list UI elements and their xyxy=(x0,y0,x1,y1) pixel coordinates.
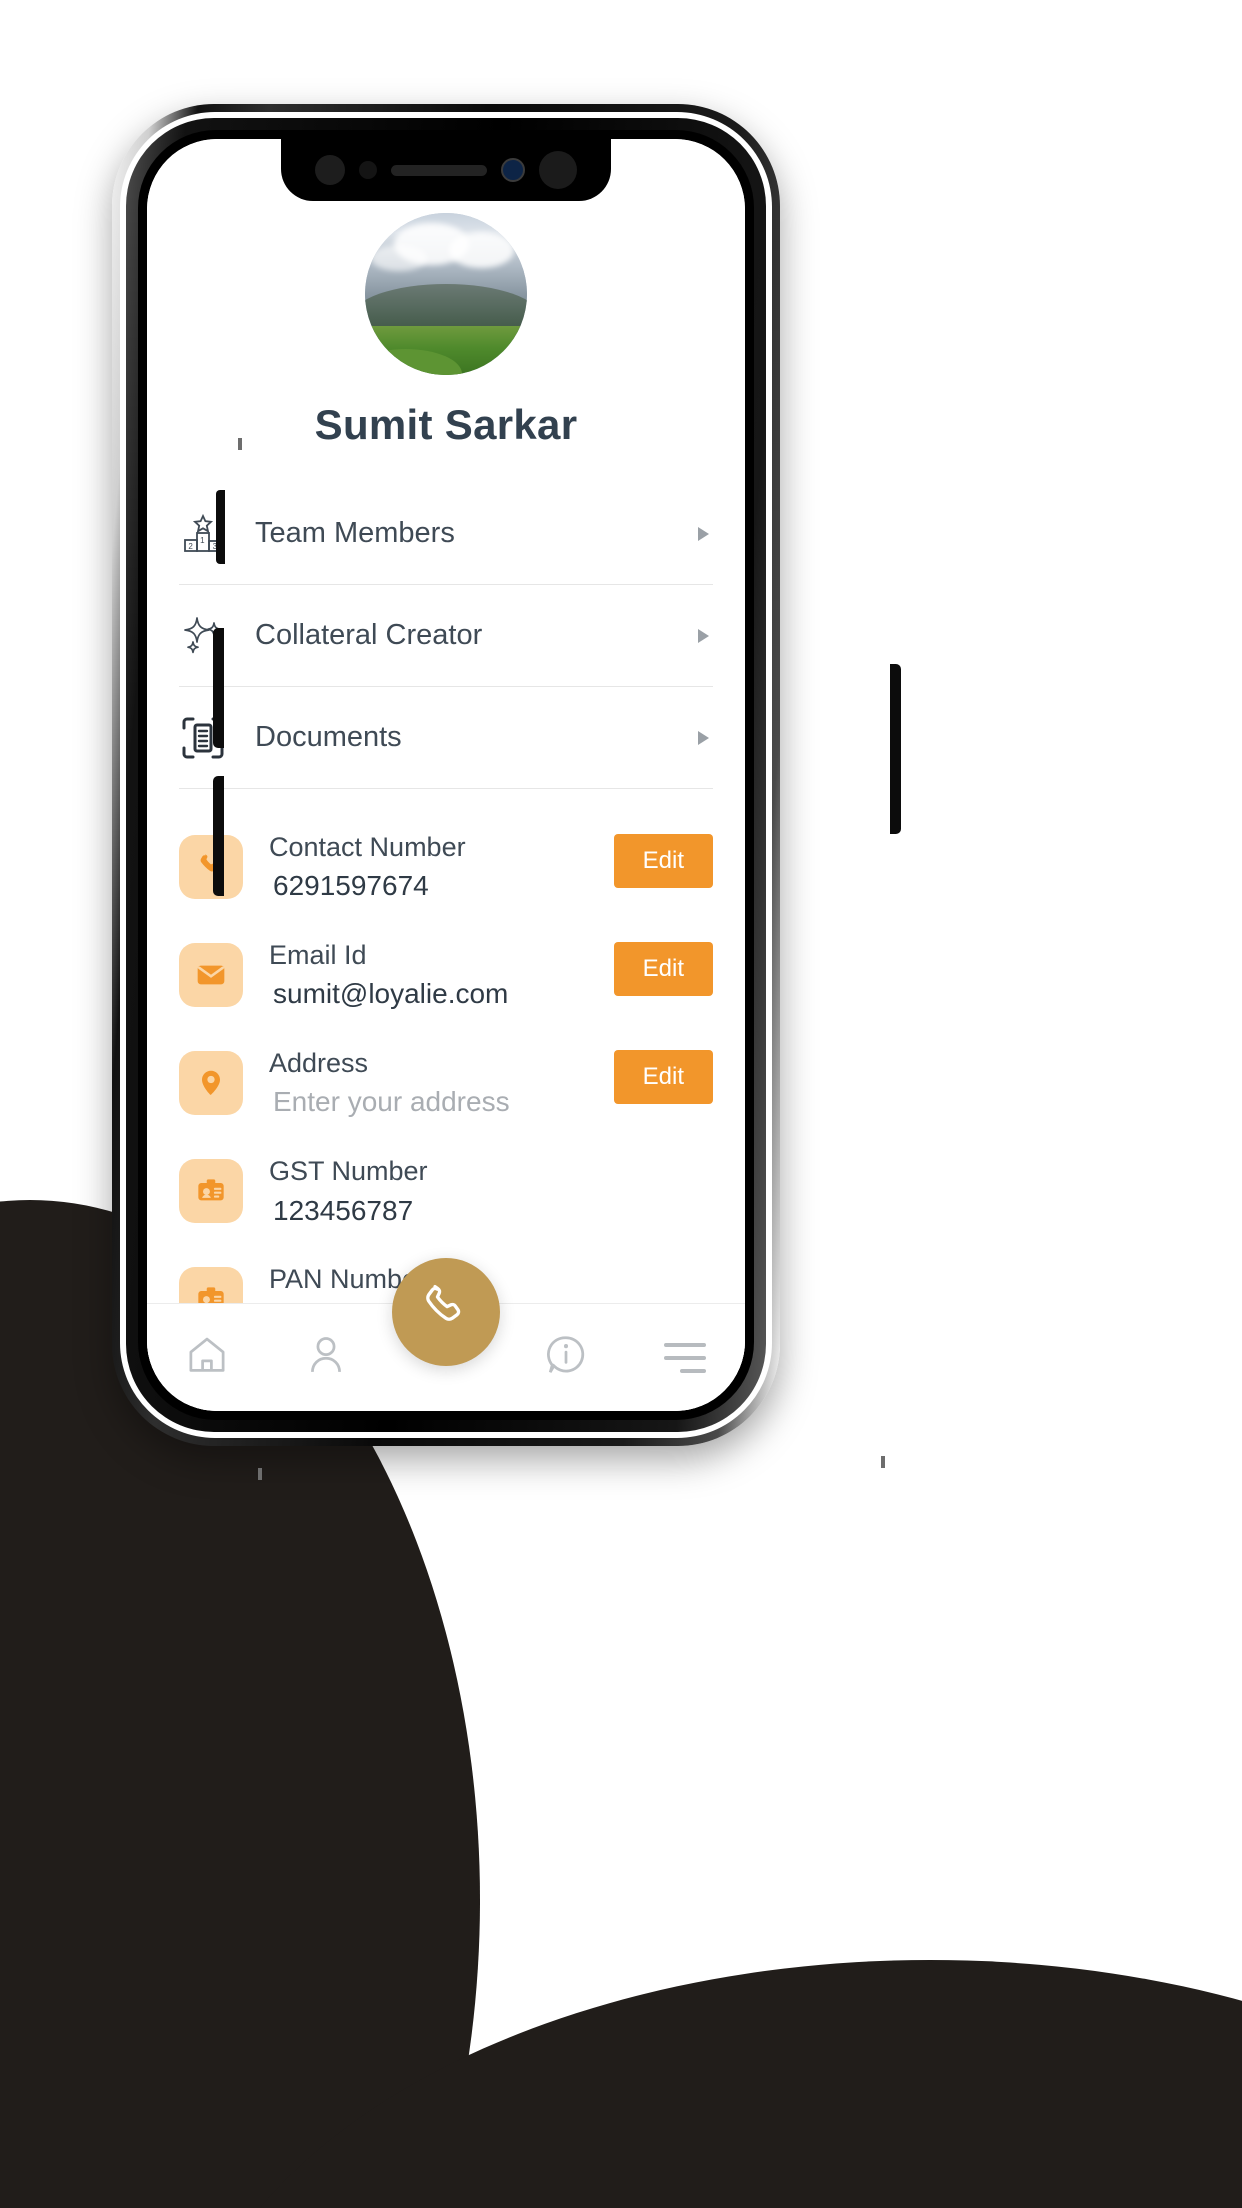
antenna-seam-top-left xyxy=(238,438,242,450)
nav-home[interactable] xyxy=(147,1304,267,1411)
info-value: 123456787 xyxy=(273,1194,414,1226)
edit-button-contact-number[interactable]: Edit xyxy=(613,834,713,888)
avatar[interactable] xyxy=(365,213,527,375)
edit-button-email-id[interactable]: Edit xyxy=(613,942,713,997)
info-icon xyxy=(544,1333,588,1382)
nav-section: 1 2 3 Team Members Collateral Creator Do… xyxy=(179,483,713,789)
sidebar-item-collateral-creator[interactable]: Collateral Creator xyxy=(179,585,713,687)
sidebar-item-label: Documents xyxy=(255,721,402,753)
avatar-container xyxy=(179,213,713,375)
sidebar-item-team-members[interactable]: 1 2 3 Team Members xyxy=(179,483,713,585)
antenna-seam-bottom-left xyxy=(258,1468,262,1480)
chevron-right-icon xyxy=(698,730,709,745)
envelope-icon xyxy=(179,943,243,1008)
svg-text:2: 2 xyxy=(188,542,193,551)
phone-device-frame: Sumit Sarkar 1 2 3 Team Members Collater… xyxy=(112,104,901,1480)
info-text-block: Address Enter your address xyxy=(243,1044,614,1122)
hamburger-menu-icon xyxy=(664,1342,707,1373)
front-camera-icon xyxy=(501,158,525,182)
device-screen: Sumit Sarkar 1 2 3 Team Members Collater… xyxy=(147,139,745,1411)
bottom-navigation-bar xyxy=(147,1258,745,1411)
info-value: sumit@loyalie.com xyxy=(273,978,509,1010)
earpiece-dot-icon xyxy=(539,151,577,189)
edit-button-address[interactable]: Edit xyxy=(613,1050,713,1105)
chevron-right-icon xyxy=(698,628,709,643)
call-fab[interactable] xyxy=(392,1258,500,1366)
chevron-right-icon xyxy=(698,526,709,541)
home-icon xyxy=(185,1333,229,1382)
info-label: Address xyxy=(269,1048,369,1079)
antenna-seam-right xyxy=(881,1456,885,1468)
info-text-block: Email Id sumit@loyalie.com xyxy=(243,936,614,1014)
device-bezel: Sumit Sarkar 1 2 3 Team Members Collater… xyxy=(138,130,754,1420)
info-label: Email Id xyxy=(269,940,367,971)
info-value: 6291597674 xyxy=(273,870,429,902)
location-pin-icon xyxy=(179,1051,243,1116)
info-text-block: Contact Number 6291597674 xyxy=(243,828,614,906)
sidebar-item-documents[interactable]: Documents xyxy=(179,687,713,789)
info-text-block: GST Number 123456787 xyxy=(243,1152,713,1230)
sidebar-item-label: Team Members xyxy=(255,517,455,549)
info-label: Contact Number xyxy=(269,832,466,862)
volume-down-button[interactable] xyxy=(213,776,224,896)
sparkles-icon xyxy=(179,612,241,660)
sidebar-item-label: Collateral Creator xyxy=(255,619,483,651)
screenshot-stage: Sumit Sarkar 1 2 3 Team Members Collater… xyxy=(0,0,1242,2208)
phone-icon xyxy=(179,835,243,900)
nav-profile[interactable] xyxy=(267,1304,387,1411)
podium-leaderboard-icon: 1 2 3 xyxy=(179,510,241,558)
power-button[interactable] xyxy=(890,664,901,834)
info-value-placeholder: Enter your address xyxy=(273,1086,510,1118)
volume-up-button[interactable] xyxy=(213,628,224,748)
info-row-email-id: Email Id sumit@loyalie.com Edit xyxy=(179,921,713,1029)
device-notch xyxy=(281,139,611,201)
ambient-sensor-icon xyxy=(359,161,377,179)
avatar-cloud xyxy=(449,232,515,269)
app-viewport: Sumit Sarkar 1 2 3 Team Members Collater… xyxy=(147,139,745,1411)
avatar-cloud xyxy=(371,245,427,272)
document-scan-icon xyxy=(179,714,241,762)
info-row-address: Address Enter your address Edit xyxy=(179,1029,713,1137)
phone-call-icon xyxy=(419,1283,473,1342)
nav-menu[interactable] xyxy=(625,1304,745,1411)
proximity-sensor-icon xyxy=(315,155,345,185)
info-section: Contact Number 6291597674 Edit Email Id … xyxy=(179,813,713,1303)
svg-text:1: 1 xyxy=(200,536,205,545)
profile-scroll-area[interactable]: Sumit Sarkar 1 2 3 Team Members Collater… xyxy=(147,139,745,1303)
mute-switch-button[interactable] xyxy=(216,490,225,564)
id-badge-icon xyxy=(179,1159,243,1224)
speaker-grille-icon xyxy=(391,164,487,176)
info-row-contact-number: Contact Number 6291597674 Edit xyxy=(179,813,713,921)
person-icon xyxy=(304,1333,348,1382)
info-row-gst-number: GST Number 123456787 xyxy=(179,1137,713,1245)
info-label: GST Number xyxy=(269,1156,428,1187)
nav-info[interactable] xyxy=(506,1304,626,1411)
page-title: Sumit Sarkar xyxy=(314,401,578,448)
id-badge-icon xyxy=(179,1267,243,1303)
